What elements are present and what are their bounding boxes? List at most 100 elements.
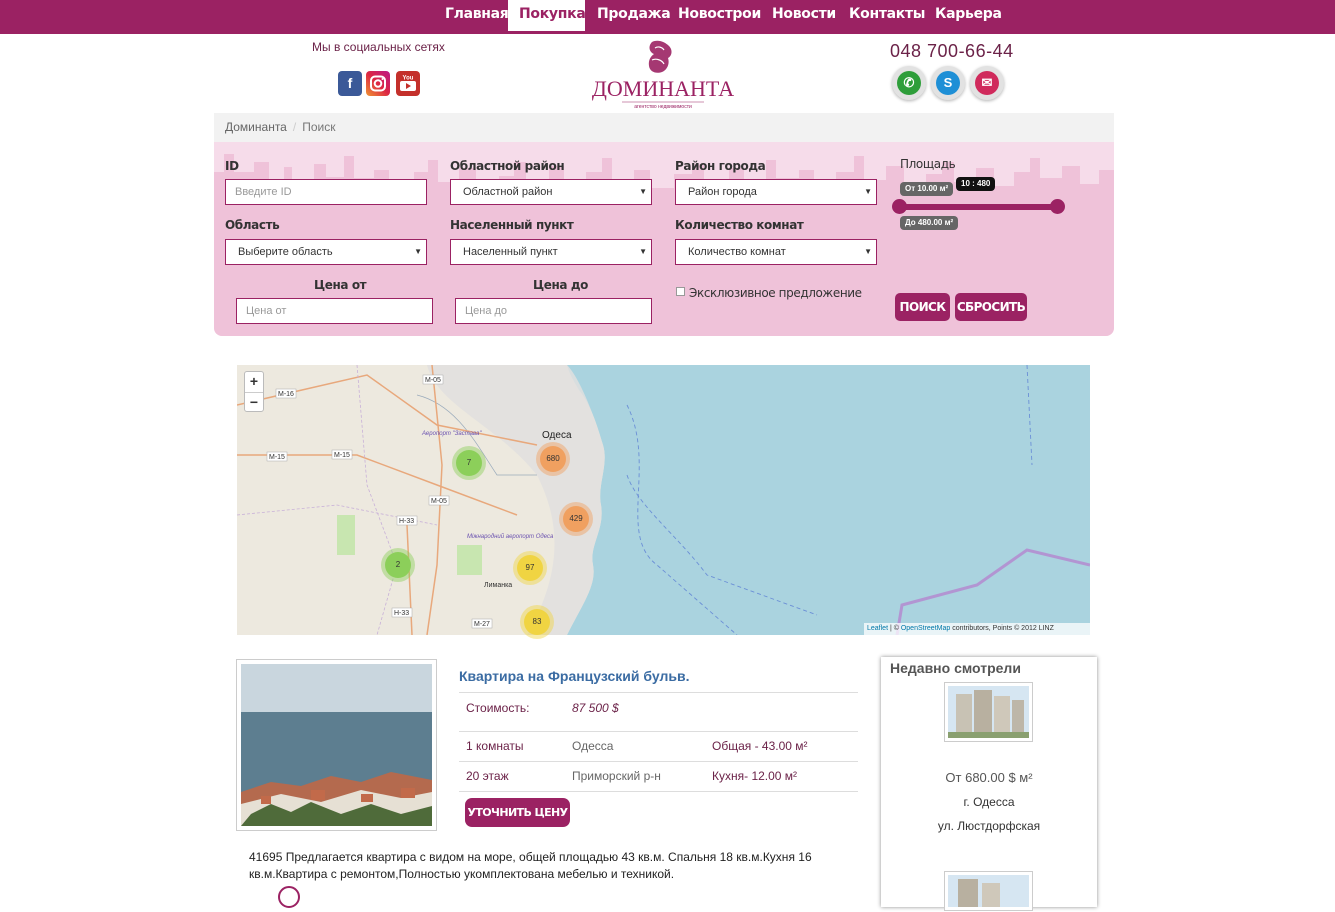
rooms-label: Количество комнат — [675, 218, 804, 232]
id-input[interactable]: Введите ID — [225, 179, 427, 205]
leaflet-link[interactable]: Leaflet — [867, 625, 888, 632]
price-value: 87 500 $ — [572, 701, 619, 715]
map-cluster[interactable]: 7 — [456, 450, 482, 476]
id-label: ID — [225, 159, 239, 173]
attribution-text: contributors, Points © 2012 LINZ — [952, 625, 1054, 632]
nav-item-buy[interactable]: Покупка — [508, 0, 586, 34]
osm-link[interactable]: OpenStreetMap — [901, 625, 950, 632]
price-from-label: Цена от — [314, 278, 367, 292]
map-intl-airport-label: Міжнародний аеропорт Одеса — [467, 533, 554, 540]
top-navigation: Главная Покупка Продажа Новострои Новост… — [0, 0, 1335, 34]
kitchen-area-value: Кухня- 12.00 м² — [712, 769, 798, 783]
settlement-select[interactable]: Населенный пункт — [450, 239, 652, 265]
exclusive-checkbox[interactable] — [676, 287, 685, 296]
region-district-label: Областной район — [450, 159, 565, 173]
road-label: М-27 — [474, 621, 490, 628]
listing-description: 41695 Предлагается квартира с видом на м… — [249, 850, 812, 881]
recent-item-thumbnail[interactable] — [944, 871, 1033, 911]
map-place-label: Лиманка — [484, 582, 512, 589]
price-label: Стоимость: — [466, 701, 530, 715]
map[interactable]: Одеса Аеропорт "Застава" Міжнародний аер… — [237, 365, 1090, 635]
nav-item-contacts[interactable]: Контакты — [838, 0, 936, 34]
nav-item-news[interactable]: Новости — [761, 0, 847, 34]
map-cluster[interactable]: 2 — [385, 552, 411, 578]
area-to-tooltip: До 480.00 м² — [900, 216, 959, 230]
road-label: М-15 — [269, 454, 285, 461]
city-district-select[interactable]: Район города — [675, 179, 877, 205]
breadcrumb-current: Поиск — [302, 120, 336, 134]
floor-value: 20 этаж — [466, 769, 509, 783]
zoom-in-button[interactable]: + — [245, 372, 263, 392]
map-zoom-control: + − — [244, 371, 264, 412]
city-value: Одесса — [572, 739, 614, 753]
recently-viewed-title: Недавно смотрели — [890, 660, 1021, 676]
breadcrumb-home[interactable]: Доминанта — [225, 120, 287, 134]
exclusive-label: Эксклюзивное предложение — [689, 286, 862, 300]
clarify-price-button[interactable]: УТОЧНИТЬ ЦЕНУ — [465, 798, 570, 827]
logo-subtitle: агентство недвижимости — [634, 104, 692, 110]
map-cluster[interactable]: 429 — [563, 506, 589, 532]
road-label: Н-33 — [399, 518, 414, 525]
search-button[interactable]: ПОИСК — [895, 293, 950, 321]
map-city-label: Одеса — [542, 430, 572, 441]
recent-item-price: От 680.00 $ м² — [945, 770, 1033, 785]
listing-photo[interactable] — [236, 659, 437, 831]
divider — [459, 692, 858, 693]
district-value: Приморский р-н — [572, 769, 661, 783]
nav-item-career[interactable]: Карьера — [924, 0, 1013, 34]
road-label: М-05 — [425, 377, 441, 384]
city-district-label: Район города — [675, 159, 766, 173]
road-label: Н-33 — [394, 610, 409, 617]
settlement-label: Населенный пункт — [450, 218, 574, 232]
rooms-select[interactable]: Количество комнат — [675, 239, 877, 265]
site-logo[interactable]: ДОМИНАНТА агентство недвижимости — [592, 38, 734, 110]
breadcrumb: Доминанта / Поиск — [214, 113, 1114, 142]
nav-item-new-buildings[interactable]: Новострои — [667, 0, 772, 34]
total-area-value: Общая - 43.00 м² — [712, 739, 808, 753]
recent-item-city: г. Одесса — [963, 795, 1015, 809]
facebook-icon[interactable]: f — [338, 71, 362, 96]
recent-item-thumbnail[interactable] — [944, 682, 1033, 742]
divider — [459, 761, 858, 762]
map-airport-label: Аеропорт "Застава" — [421, 431, 482, 437]
listing-title[interactable]: Квартира на Французский бульв. — [459, 668, 689, 684]
price-from-input[interactable]: Цена от — [236, 298, 433, 324]
area-label: Площадь — [900, 157, 956, 171]
youtube-icon[interactable]: You — [396, 71, 420, 96]
area-range-tooltip: 10 : 480 — [956, 177, 996, 191]
area-slider-max-handle[interactable] — [1050, 199, 1065, 214]
region-district-select[interactable]: Областной район — [450, 179, 652, 205]
search-panel: ID Введите ID Областной район Областной … — [214, 142, 1114, 336]
phone-icon[interactable]: ✆ — [892, 66, 926, 100]
recent-item-street[interactable]: ул. Люстдорфская — [881, 819, 1097, 833]
road-label: М-05 — [431, 498, 447, 505]
area-slider-track[interactable] — [900, 204, 1056, 210]
instagram-icon[interactable] — [366, 71, 390, 96]
nav-item-home[interactable]: Главная — [434, 0, 520, 34]
social-title: Мы в социальных сетях — [312, 40, 445, 54]
oblast-label: Область — [225, 218, 280, 232]
reset-button[interactable]: СБРОСИТЬ — [955, 293, 1027, 321]
price-to-input[interactable]: Цена до — [455, 298, 652, 324]
price-to-label: Цена до — [533, 278, 588, 292]
logo-text: ДОМИНАНТА — [592, 76, 734, 101]
oblast-select[interactable]: Выберите область — [225, 239, 427, 265]
divider — [459, 731, 858, 732]
chat-icon[interactable] — [278, 886, 300, 908]
zoom-out-button[interactable]: − — [245, 392, 263, 412]
map-attribution: Leaflet | © OpenStreetMap contributors, … — [864, 623, 1090, 635]
svg-text:You: You — [403, 76, 414, 82]
phone-number[interactable]: 048 700-66-44 — [890, 41, 1014, 62]
map-cluster[interactable]: 83 — [524, 609, 550, 635]
road-label: М-16 — [278, 391, 294, 398]
map-cluster[interactable]: 680 — [540, 446, 566, 472]
divider — [459, 791, 858, 792]
area-slider-min-handle[interactable] — [892, 199, 907, 214]
email-icon[interactable]: ✉ — [970, 66, 1004, 100]
road-label: М-15 — [334, 452, 350, 459]
rooms-value: 1 комнаты — [466, 739, 524, 753]
map-tiles: Одеса Аеропорт "Застава" Міжнародний аер… — [237, 365, 1090, 635]
area-from-tooltip: От 10.00 м² — [900, 182, 954, 196]
skype-icon[interactable]: S — [931, 66, 965, 100]
map-cluster[interactable]: 97 — [517, 555, 543, 581]
